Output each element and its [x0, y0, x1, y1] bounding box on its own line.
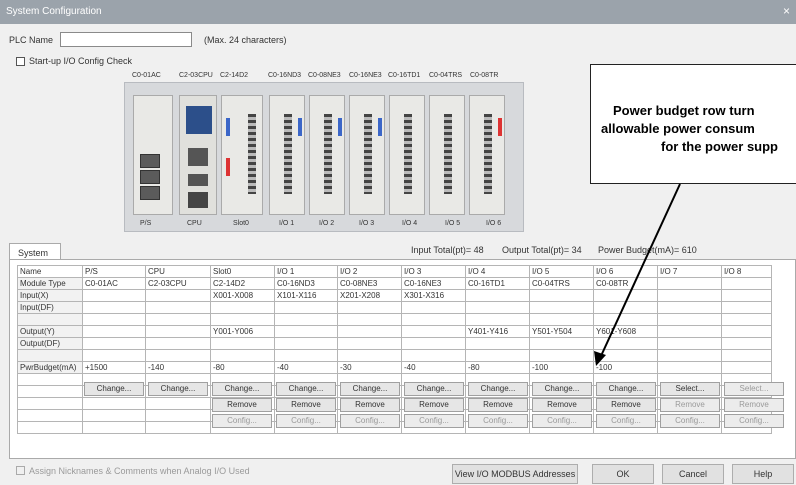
arrow-head: [594, 351, 606, 366]
arrow-line: [600, 183, 681, 357]
annotation-arrow: [594, 183, 681, 366]
